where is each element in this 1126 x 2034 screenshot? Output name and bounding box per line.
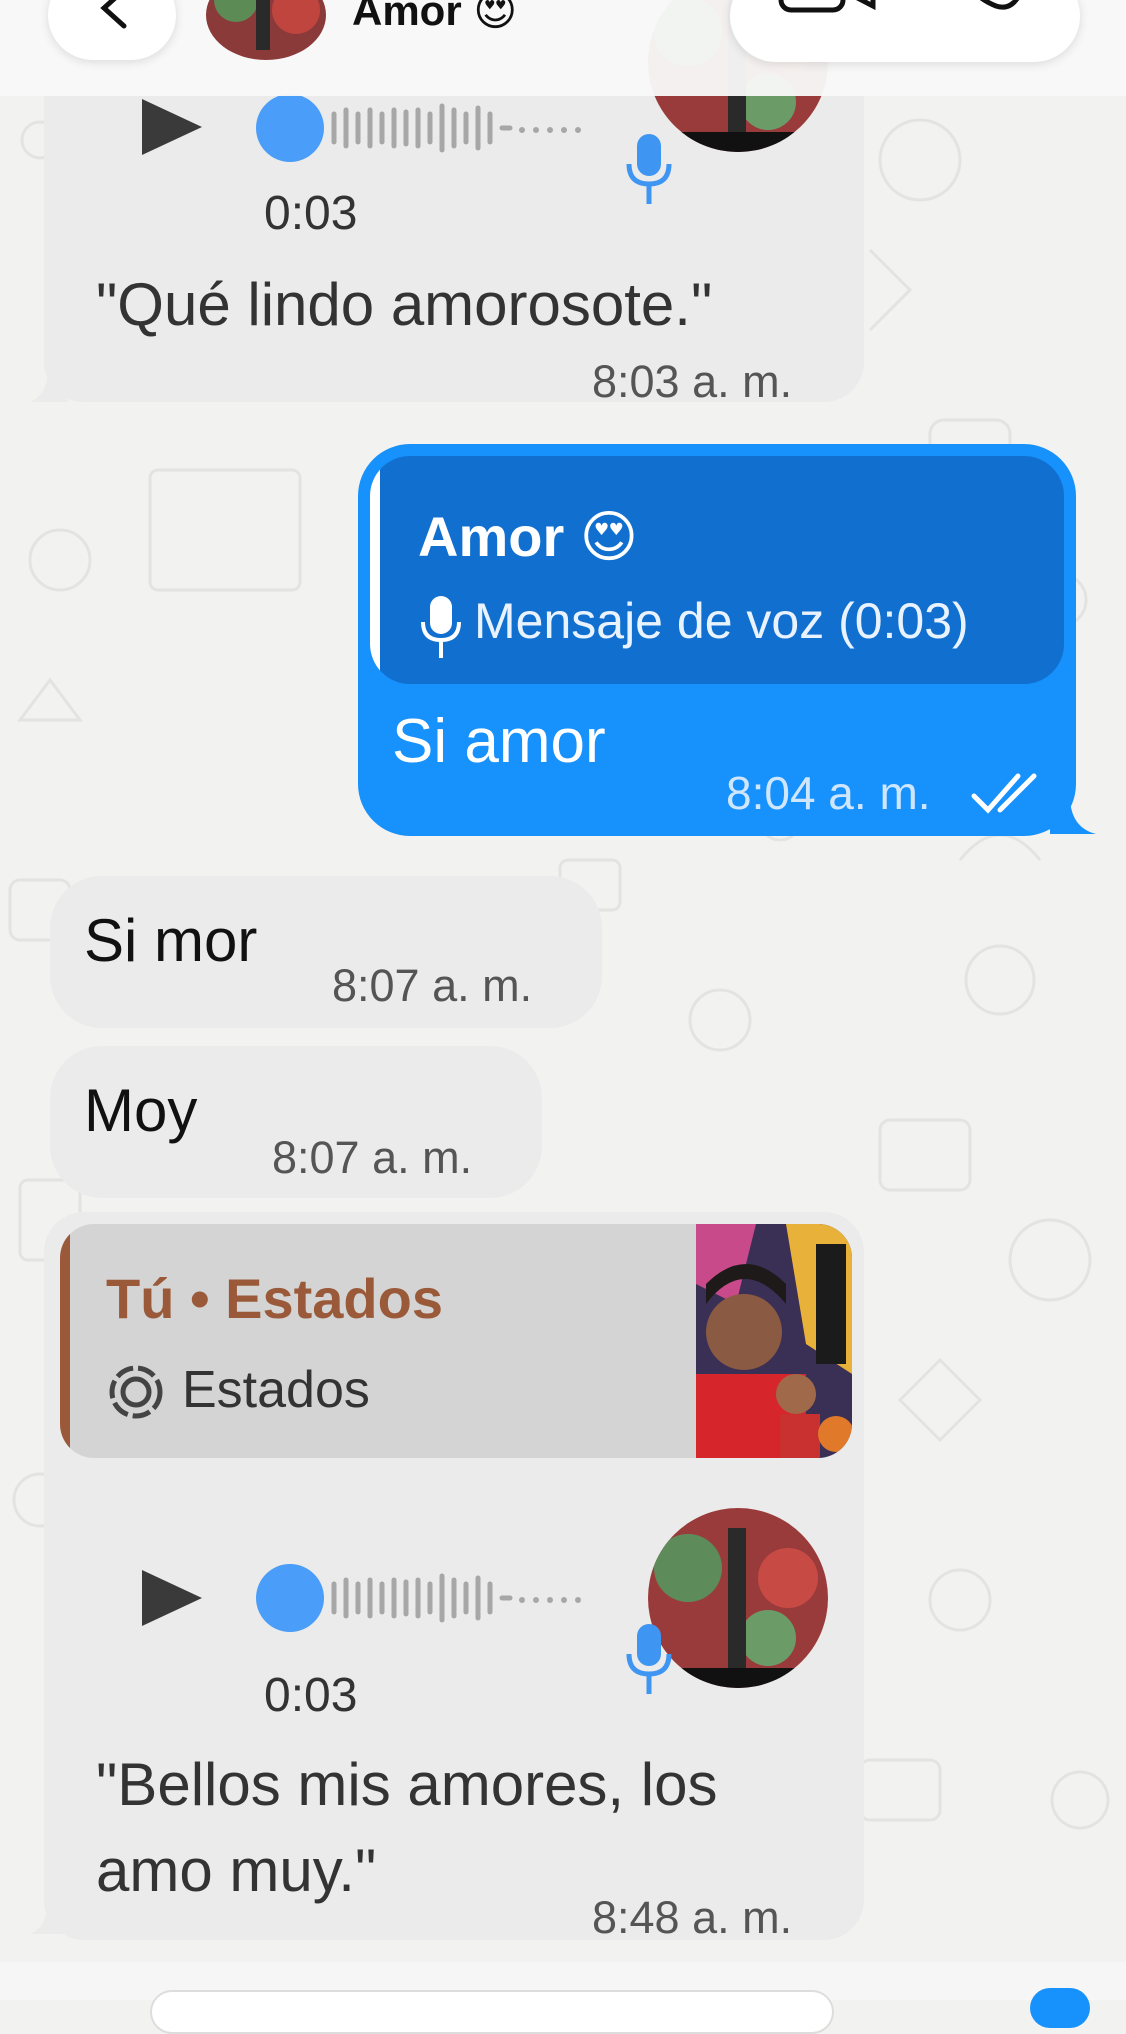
message-text: Si amor — [392, 707, 606, 776]
message-input[interactable] — [150, 1990, 834, 2034]
incoming-status-reply-message[interactable]: Tú • Estados Estados 0:03 "Bellos mis am… — [44, 1212, 864, 1943]
message-time: 8:48 a. m. — [592, 1892, 793, 1943]
back-button[interactable] — [48, 0, 176, 60]
message-time: 8:04 a. m. — [726, 767, 931, 819]
contact-avatar[interactable] — [206, 0, 326, 60]
sender-avatar — [648, 1508, 828, 1688]
call-actions — [730, 0, 1080, 62]
quoted-status[interactable]: Tú • Estados Estados — [60, 1224, 852, 1458]
video-call-icon[interactable] — [778, 0, 878, 16]
microphone-icon — [626, 134, 672, 204]
message-time: 8:07 a. m. — [332, 960, 533, 1011]
voice-transcript-line-2: amo muy." — [96, 1837, 377, 1904]
play-icon[interactable] — [142, 1570, 202, 1626]
quote-text: Mensaje de voz (0:03) — [474, 593, 969, 649]
chat-header: Amor 😍 — [0, 0, 1126, 96]
voice-transcript: "Qué lindo amorosote." — [96, 271, 713, 338]
input-bar — [0, 1962, 1126, 2034]
microphone-icon — [626, 1624, 672, 1694]
play-icon[interactable] — [142, 99, 202, 155]
voice-duration: 0:03 — [264, 1669, 358, 1722]
send-button[interactable] — [1030, 1988, 1090, 2028]
microphone-icon — [421, 596, 461, 658]
voice-duration: 0:03 — [264, 187, 358, 240]
quote-text: Estados — [182, 1361, 370, 1419]
quote-accent-bar — [60, 1224, 70, 1458]
quote-author: Tú • Estados — [106, 1267, 443, 1330]
outgoing-reply-message[interactable]: Amor 😍 Mensaje de voz (0:03) Si amor 8:0… — [358, 444, 1076, 836]
voice-waveform[interactable] — [254, 92, 624, 164]
message-text: Moy — [84, 1077, 198, 1144]
message-time: 8:07 a. m. — [272, 1132, 473, 1183]
message-time: 8:03 a. m. — [592, 356, 793, 407]
phone-icon[interactable] — [956, 0, 1036, 14]
status-thumbnail — [696, 1224, 852, 1458]
contact-name[interactable]: Amor 😍 — [352, 0, 517, 35]
incoming-text-message[interactable]: Si mor 8:07 a. m. — [50, 876, 602, 1028]
chevron-left-icon — [100, 0, 127, 29]
quoted-message[interactable]: Amor 😍 Mensaje de voz (0:03) — [370, 456, 1064, 684]
read-receipt-icon — [971, 773, 1037, 814]
quote-author: Amor 😍 — [418, 505, 639, 568]
quote-accent-bar — [370, 456, 380, 684]
status-icon — [109, 1365, 163, 1419]
voice-transcript-line-1: "Bellos mis amores, los — [96, 1751, 718, 1818]
message-text: Si mor — [84, 907, 258, 974]
voice-waveform[interactable] — [254, 1562, 624, 1634]
incoming-text-message[interactable]: Moy 8:07 a. m. — [50, 1046, 542, 1198]
